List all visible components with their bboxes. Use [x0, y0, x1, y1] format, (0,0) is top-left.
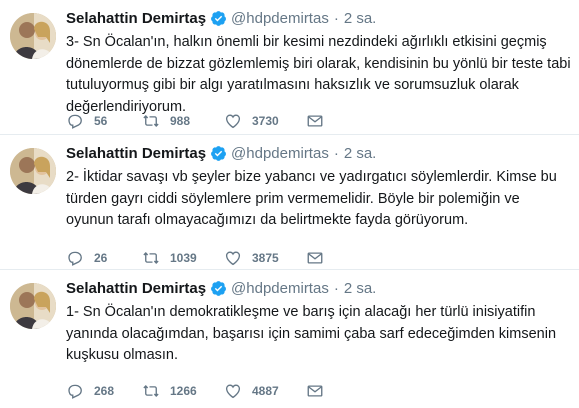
- envelope-icon: [306, 249, 324, 267]
- like-count: 3875: [252, 251, 279, 265]
- tweet-timestamp[interactable]: 2 sa.: [344, 280, 377, 297]
- reply-count: 56: [94, 114, 108, 128]
- reply-button[interactable]: 268: [66, 382, 142, 400]
- envelope-icon: [306, 382, 324, 400]
- author-handle[interactable]: @hdpdemirtas: [231, 10, 329, 27]
- tweet-timestamp[interactable]: 2 sa.: [344, 10, 377, 27]
- author-name[interactable]: Selahattin Demirtaş: [66, 145, 206, 162]
- like-button[interactable]: 3875: [224, 249, 306, 267]
- retweet-count: 988: [170, 114, 191, 128]
- reply-icon: [66, 249, 84, 267]
- heart-icon: [224, 249, 242, 267]
- avatar[interactable]: [10, 148, 56, 194]
- author-handle[interactable]: @hdpdemirtas: [231, 145, 329, 162]
- reply-button[interactable]: 26: [66, 249, 142, 267]
- tweet[interactable]: Selahattin Demirtaş @hdpdemirtas · 2 sa.…: [0, 270, 579, 408]
- tweet-actions: 56 988 3730: [66, 111, 324, 131]
- tweet-text: 3- Sn Öcalan'ın, halkın önemli bir kesim…: [66, 34, 571, 115]
- tweet-feed: Selahattin Demirtaş @hdpdemirtas · 2 sa.…: [0, 0, 579, 408]
- separator-dot: ·: [333, 144, 339, 162]
- message-button[interactable]: [306, 382, 324, 400]
- tweet-actions: 26 1039 3875: [66, 248, 324, 268]
- author-name[interactable]: Selahattin Demirtaş: [66, 10, 206, 27]
- reply-icon: [66, 112, 84, 130]
- retweet-count: 1266: [170, 384, 197, 398]
- message-button[interactable]: [306, 112, 324, 130]
- verified-badge-icon: [210, 280, 227, 297]
- like-count: 4887: [252, 384, 279, 398]
- tweet-timestamp[interactable]: 2 sa.: [344, 145, 377, 162]
- tweet-text: 1- Sn Öcalan'ın demokratikleşme ve barış…: [66, 304, 557, 363]
- like-button[interactable]: 4887: [224, 382, 306, 400]
- author-name[interactable]: Selahattin Demirtaş: [66, 280, 206, 297]
- tweet-actions: 268 1266 4887: [66, 381, 324, 401]
- verified-badge-icon: [210, 145, 227, 162]
- retweet-icon: [142, 382, 160, 400]
- retweet-button[interactable]: 988: [142, 112, 224, 130]
- tweet[interactable]: Selahattin Demirtaş @hdpdemirtas · 2 sa.…: [0, 135, 579, 270]
- tweet-text: 2- İktidar savaşı vb şeyler bize yabancı…: [66, 169, 557, 228]
- envelope-icon: [306, 112, 324, 130]
- separator-dot: ·: [333, 279, 339, 297]
- retweet-button[interactable]: 1266: [142, 382, 224, 400]
- tweet[interactable]: Selahattin Demirtaş @hdpdemirtas · 2 sa.…: [0, 0, 579, 135]
- like-count: 3730: [252, 114, 279, 128]
- avatar[interactable]: [10, 283, 56, 329]
- reply-icon: [66, 382, 84, 400]
- verified-badge-icon: [210, 10, 227, 27]
- heart-icon: [224, 382, 242, 400]
- avatar[interactable]: [10, 13, 56, 59]
- retweet-count: 1039: [170, 251, 197, 265]
- retweet-button[interactable]: 1039: [142, 249, 224, 267]
- retweet-icon: [142, 112, 160, 130]
- message-button[interactable]: [306, 249, 324, 267]
- reply-count: 268: [94, 384, 115, 398]
- reply-count: 26: [94, 251, 108, 265]
- like-button[interactable]: 3730: [224, 112, 306, 130]
- heart-icon: [224, 112, 242, 130]
- author-handle[interactable]: @hdpdemirtas: [231, 280, 329, 297]
- reply-button[interactable]: 56: [66, 112, 142, 130]
- retweet-icon: [142, 249, 160, 267]
- separator-dot: ·: [333, 9, 339, 27]
